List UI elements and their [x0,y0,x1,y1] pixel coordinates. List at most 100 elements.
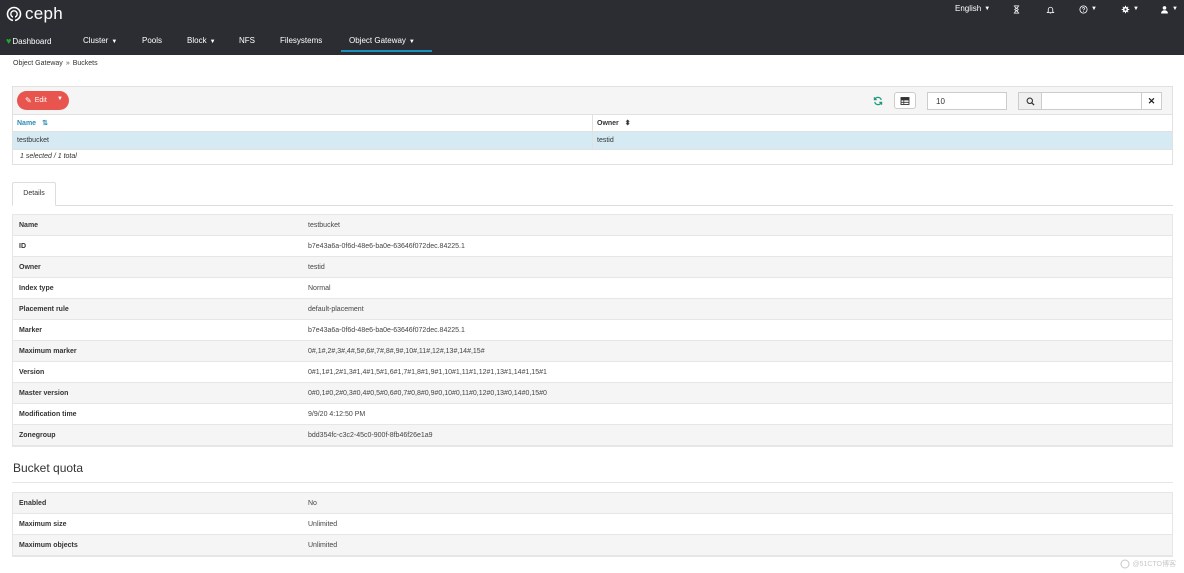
nav-filesystems-label: Filesystems [280,36,323,45]
quota-row: Maximum objects Unlimited [13,535,1172,556]
search-input[interactable] [1042,92,1142,110]
chevron-down-icon: ▼ [1091,6,1097,12]
column-toggle-button[interactable] [894,92,916,109]
tasks-button[interactable] [1012,3,1021,15]
chevron-down-icon: ▼ [984,6,991,12]
help-menu[interactable]: ▼ [1079,3,1097,15]
row-key: Master version [19,390,69,397]
detail-row: Index type Normal [13,278,1172,299]
row-key: Owner [19,264,41,271]
nav-pools[interactable]: Pools [142,32,162,52]
table-columns-icon [900,96,910,105]
table-row[interactable]: testbucket testid [13,132,1172,150]
nav-pools-label: Pools [142,36,163,45]
page-size-input[interactable] [927,92,1007,110]
nav-object-gateway-label: Object Gateway [349,36,406,45]
clear-search-button[interactable]: ✕ [1142,92,1162,110]
row-value: 0#0,1#0,2#0,3#0,4#0,5#0,6#0,7#0,8#0,9#0,… [308,390,547,397]
row-value: Unlimited [308,521,338,528]
row-key: Version [19,369,45,376]
chevron-down-icon: ▼ [1133,6,1139,12]
detail-row: Marker b7e43a6a-0f6d-48e6-ba0e-63646f072d… [13,320,1172,341]
help-icon [1079,4,1088,14]
detail-row: Version 0#1,1#1,2#1,3#1,4#1,5#1,6#1,7#1,8… [13,362,1172,383]
row-key: ID [19,243,26,250]
row-value: 0#,1#,2#,3#,4#,5#,6#,7#,8#,9#,10#,11#,12… [308,348,485,355]
watermark: @51CTO博客 [1120,559,1176,569]
detail-row: Name testbucket [13,215,1172,236]
ceph-logo[interactable]: ceph [6,4,63,24]
row-key: Marker [19,327,42,334]
chevron-down-icon: ▼ [1172,6,1178,12]
quota-row: Maximum size Unlimited [13,514,1172,535]
nav-filesystems[interactable]: Filesystems [280,32,322,52]
row-value: bdd354fc-c3c2-45c0-900f-8fb46f26e1a9 [308,432,433,439]
breadcrumb-current: Buckets [72,60,98,67]
buckets-table: Name ⇅ Owner ⬍ testbucket testid 1 selec… [12,114,1173,165]
gear-icon [1121,5,1130,13]
edit-button-label: Edit [34,97,47,104]
column-header-name[interactable]: Name ⇅ [13,115,593,132]
detail-row: ID b7e43a6a-0f6d-48e6-ba0e-63646f072dec.8… [13,236,1172,257]
user-menu[interactable]: ▼ [1160,3,1178,15]
column-header-owner-label: Owner [597,119,619,127]
row-key: Name [19,222,39,229]
row-value: testbucket [308,222,340,229]
language-selector[interactable]: English ▼ [955,3,990,15]
section-title-bucket-quota: Bucket quota [13,461,84,475]
row-key: Placement rule [19,306,69,313]
column-header-owner[interactable]: Owner ⬍ [593,115,1172,132]
top-navbar: ceph English ▼ ▼ ▼ ▼ ♥Dashboard Cluster ▼… [0,0,1184,55]
settings-menu[interactable]: ▼ [1121,3,1139,15]
nav-block-label: Block [187,36,207,45]
language-label: English [955,4,982,13]
row-value: default-placement [308,306,364,313]
edit-button[interactable]: ✎ Edit ▼ [17,91,69,110]
nav-block[interactable]: Block ▼ [187,32,216,52]
refresh-button[interactable] [867,92,889,109]
nav-nfs-label: NFS [239,36,255,45]
detail-row: Maximum marker 0#,1#,2#,3#,4#,5#,6#,7#,8#… [13,341,1172,362]
ceph-logo-icon [6,6,22,22]
breadcrumb-parent[interactable]: Object Gateway [13,60,63,67]
column-header-name-label: Name [17,119,37,127]
chevron-down-icon: ▼ [408,39,415,45]
nav-dashboard[interactable]: ♥Dashboard [6,32,51,52]
row-value: Unlimited [308,542,338,549]
row-value: b7e43a6a-0f6d-48e6-ba0e-63646f072dec.842… [308,327,465,334]
brand-name: ceph [25,4,64,23]
close-icon: ✕ [1147,95,1156,106]
nav-cluster[interactable]: Cluster ▼ [83,32,117,52]
row-value: b7e43a6a-0f6d-48e6-ba0e-63646f072dec.842… [308,243,465,250]
table-header: Name ⇅ Owner ⬍ [13,115,1172,132]
bell-icon [1046,6,1055,14]
section-divider [12,482,1173,483]
row-key: Index type [19,285,54,292]
row-value: Normal [308,285,331,292]
row-value: 0#1,1#1,2#1,3#1,4#1,5#1,6#1,7#1,8#1,9#1,… [308,369,547,376]
search-icon [1026,97,1035,106]
breadcrumb: Object Gateway» Buckets [13,60,98,67]
watermark-logo-icon [1120,559,1130,569]
row-value: testid [308,264,325,271]
nav-dashboard-label: Dashboard [12,37,52,46]
quota-table: Enabled No Maximum size Unlimited Maximum ob… [12,492,1173,557]
nav-nfs[interactable]: NFS [239,32,255,52]
detail-row: Zonegroup bdd354fc-c3c2-45c0-900f-8fb46f2… [13,425,1172,446]
nav-object-gateway[interactable]: Object Gateway ▼ [341,32,432,52]
row-key: Modification time [19,411,77,418]
row-value: 9/9/20 4:12:50 PM [308,411,366,418]
detail-row: Modification time 9/9/20 4:12:50 PM [13,404,1172,425]
refresh-icon [873,96,883,105]
breadcrumb-separator: » [65,60,70,67]
row-key: Maximum size [19,521,67,528]
nav-cluster-label: Cluster [83,36,109,45]
bucket-name-cell: testbucket [13,132,593,150]
detail-row: Master version 0#0,1#0,2#0,3#0,4#0,5#0,6#… [13,383,1172,404]
edit-dropdown-toggle[interactable]: ▼ [57,96,63,102]
notifications-button[interactable] [1046,3,1055,15]
details-table: Name testbucket ID b7e43a6a-0f6d-48e6-ba0e-… [12,214,1173,447]
tab-details[interactable]: Details [12,182,56,206]
table-footer: 1 selected / 1 total [13,150,1172,164]
row-key: Enabled [19,500,47,507]
